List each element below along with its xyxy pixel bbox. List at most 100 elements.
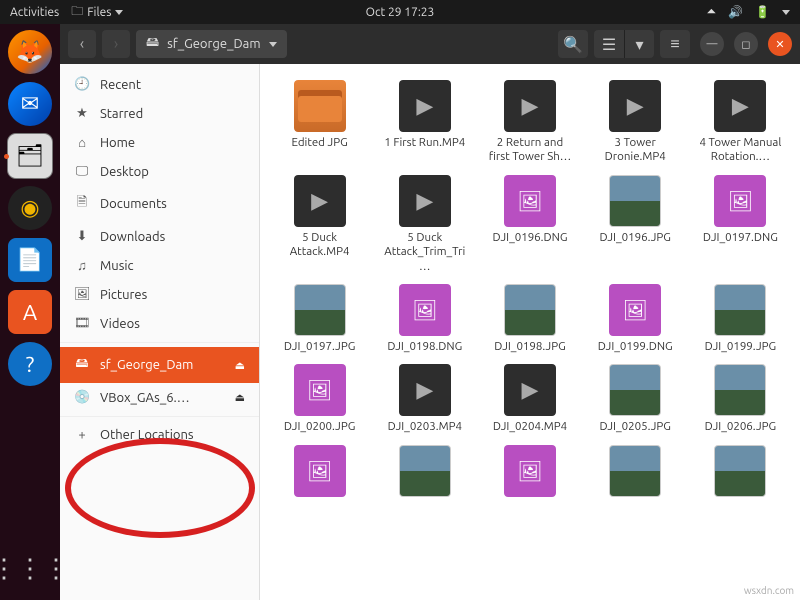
file-item[interactable]: ▶DJI_0203.MP4 [375, 364, 474, 434]
photo-thumbnail [714, 364, 766, 416]
file-item[interactable]: ▶5 Duck Attack.MP4 [270, 175, 369, 274]
file-item[interactable]: ▶5 Duck Attack_Trim_Tri… [375, 175, 474, 274]
nav-forward-button[interactable]: › [102, 30, 130, 58]
dock-help[interactable]: ? [8, 342, 52, 386]
dock-rhythmbox[interactable]: ◉ [8, 186, 52, 230]
path-button[interactable]: 🖴 sf_George_Dam [136, 30, 287, 58]
sidebar-item-label: VBox_GAs_6.… [100, 391, 190, 405]
file-name: DJI_0198.DNG [387, 340, 462, 354]
file-name: 5 Duck Attack_Trim_Tri… [380, 231, 470, 274]
titlebar: ‹ › 🖴 sf_George_Dam 🔍 ☰ ▾ ≡ — ◻ ✕ [60, 24, 800, 64]
activities-button[interactable]: Activities [10, 6, 59, 19]
minimize-button[interactable]: — [700, 32, 724, 56]
maximize-button[interactable]: ◻ [734, 32, 758, 56]
file-item[interactable]: 🖼 [270, 445, 369, 501]
file-item[interactable]: DJI_0205.JPG [586, 364, 685, 434]
search-button[interactable]: 🔍 [558, 30, 588, 58]
file-item[interactable] [586, 445, 685, 501]
dock-thunderbird[interactable]: ✉ [8, 82, 52, 126]
file-name: DJI_0199.DNG [598, 340, 673, 354]
clock[interactable]: Oct 29 17:23 [366, 6, 435, 19]
file-item[interactable]: 🖼DJI_0196.DNG [480, 175, 579, 274]
sidebar-mount[interactable]: 💿VBox_GAs_6.…⏏ [60, 383, 259, 412]
sidebar-mount[interactable]: 🖴sf_George_Dam⏏ [60, 347, 259, 383]
file-item[interactable]: ▶3 Tower Dronie.MP4 [586, 80, 685, 165]
file-item[interactable]: 🖼 [480, 445, 579, 501]
sidebar-icon: 🎞 [74, 316, 90, 331]
file-item[interactable]: Edited JPG [270, 80, 369, 165]
file-view[interactable]: Edited JPG▶1 First Run.MP4▶2 Return and … [260, 64, 800, 600]
file-item[interactable]: 🖼 DJI_0197.DNG [691, 175, 790, 274]
file-name: 5 Duck Attack.MP4 [275, 231, 365, 260]
dock-files[interactable]: 🗂 [8, 134, 52, 178]
file-item[interactable]: DJI_0196.JPG [586, 175, 685, 274]
dock-libreoffice-writer[interactable]: 📄 [8, 238, 52, 282]
video-icon: ▶ [399, 175, 451, 227]
sidebar-icon: ♫ [74, 258, 90, 273]
photo-thumbnail [609, 445, 661, 497]
sidebar-item-home[interactable]: ⌂Home [60, 128, 259, 157]
sidebar-other-locations[interactable]: + Other Locations [60, 421, 259, 449]
photo-thumbnail [609, 364, 661, 416]
file-item[interactable]: 🖼DJI_0199.DNG [586, 284, 685, 354]
dock: 🦊 ✉ 🗂 ◉ 📄 A ? ⋮⋮⋮ [0, 24, 60, 600]
file-item[interactable]: ▶DJI_0204.MP4 [480, 364, 579, 434]
image-icon: 🖼 [294, 364, 346, 416]
eject-icon[interactable]: ⏏ [235, 391, 245, 404]
file-name: DJI_0205.JPG [599, 420, 670, 434]
volume-icon[interactable]: 🔊 [728, 5, 743, 19]
file-name: 1 First Run.MP4 [384, 136, 465, 150]
file-item[interactable]: DJI_0198.JPG [480, 284, 579, 354]
sidebar-item-desktop[interactable]: 🖵Desktop [60, 157, 259, 186]
file-name: Edited JPG [291, 136, 347, 150]
battery-icon[interactable]: 🔋 [755, 5, 770, 19]
nav-back-button[interactable]: ‹ [68, 30, 96, 58]
dock-show-applications[interactable]: ⋮⋮⋮ [8, 546, 52, 590]
app-menu-label: Files [87, 6, 111, 19]
file-name: DJI_0197.JPG [284, 340, 355, 354]
file-item[interactable]: ▶4 Tower Manual Rotation.… [691, 80, 790, 165]
view-options-button[interactable]: ▾ [624, 30, 654, 58]
file-item[interactable] [375, 445, 474, 501]
sidebar-item-label: Videos [100, 317, 140, 331]
dock-ubuntu-software[interactable]: A [8, 290, 52, 334]
view-list-button[interactable]: ☰ [594, 30, 624, 58]
sidebar-item-documents[interactable]: 🗎Documents [60, 186, 259, 222]
path-chevron-icon [269, 42, 277, 47]
file-name: DJI_0204.MP4 [493, 420, 567, 434]
sidebar-icon: 🕘 [74, 77, 90, 92]
close-button[interactable]: ✕ [768, 32, 792, 56]
sidebar-icon: ⬇ [74, 229, 90, 244]
sidebar-item-label: Pictures [100, 288, 147, 302]
app-menu[interactable]: 🗀 Files [71, 2, 123, 23]
file-item[interactable]: DJI_0199.JPG [691, 284, 790, 354]
video-icon: ▶ [714, 80, 766, 132]
file-name: 2 Return and first Tower Sh… [485, 136, 575, 165]
sidebar-icon: 🖵 [74, 164, 90, 179]
sidebar-item-recent[interactable]: 🕘Recent [60, 70, 259, 99]
video-icon: ▶ [399, 80, 451, 132]
sidebar-item-starred[interactable]: ★Starred [60, 99, 259, 128]
hamburger-menu-button[interactable]: ≡ [660, 30, 690, 58]
dock-firefox[interactable]: 🦊 [8, 30, 52, 74]
photo-thumbnail [714, 445, 766, 497]
file-item[interactable]: DJI_0206.JPG [691, 364, 790, 434]
file-item[interactable]: ▶2 Return and first Tower Sh… [480, 80, 579, 165]
sidebar-item-pictures[interactable]: 🖼Pictures [60, 280, 259, 309]
image-icon: 🖼 [714, 175, 766, 227]
network-icon[interactable]: ⏶ [706, 5, 716, 19]
file-item[interactable]: ▶ 1 First Run.MP4 [375, 80, 474, 165]
sidebar-item-downloads[interactable]: ⬇Downloads [60, 222, 259, 251]
video-icon: ▶ [399, 364, 451, 416]
file-item[interactable] [691, 445, 790, 501]
plus-icon: + [74, 428, 90, 442]
system-menu-chevron-icon[interactable] [782, 10, 790, 15]
file-item[interactable]: 🖼DJI_0200.JPG [270, 364, 369, 434]
file-name: DJI_0197.DNG [703, 231, 778, 245]
file-item[interactable]: DJI_0197.JPG [270, 284, 369, 354]
sidebar-item-videos[interactable]: 🎞 Videos [60, 309, 259, 338]
eject-icon[interactable]: ⏏ [235, 359, 245, 372]
sidebar-item-music[interactable]: ♫Music [60, 251, 259, 280]
file-item[interactable]: 🖼DJI_0198.DNG [375, 284, 474, 354]
drive-icon: 🖴 [146, 33, 159, 55]
